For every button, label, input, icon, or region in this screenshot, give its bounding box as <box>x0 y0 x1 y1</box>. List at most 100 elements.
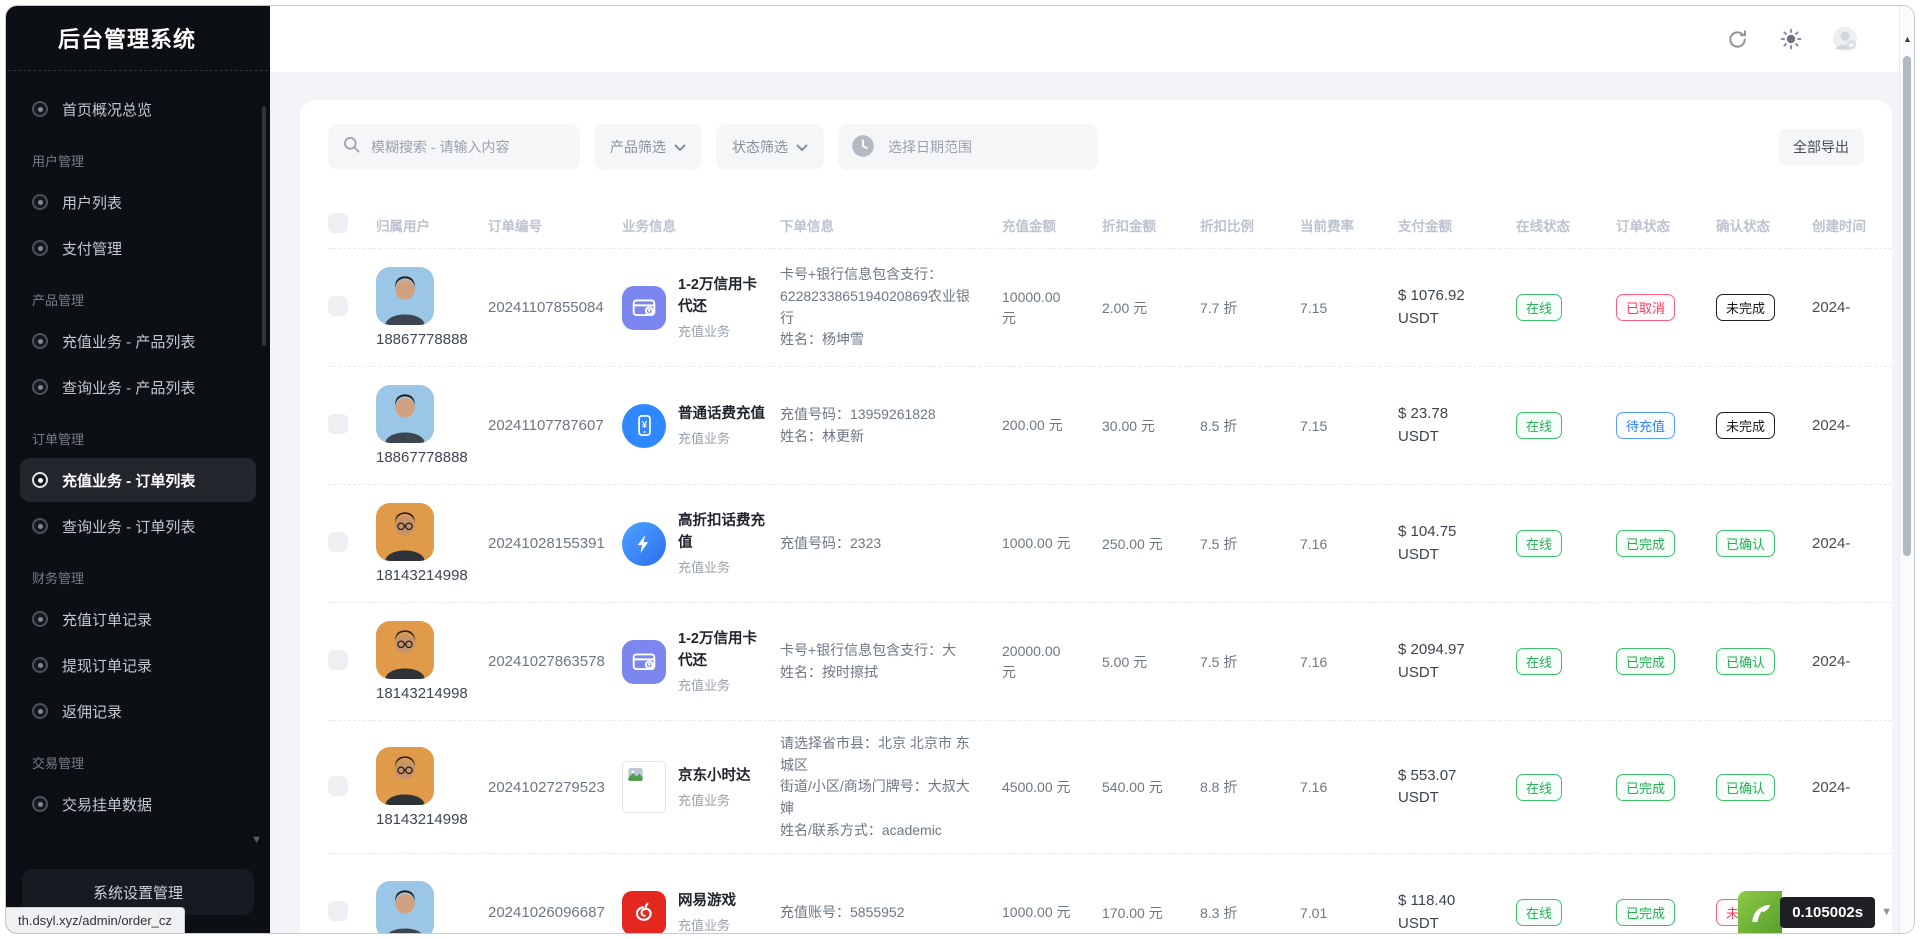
row-checkbox[interactable] <box>328 901 348 921</box>
sidebar-item[interactable]: 首页概况总览 <box>20 87 256 131</box>
sidebar-item[interactable]: 支付管理 <box>20 226 256 270</box>
discount-amount: 2.00 元 <box>1102 298 1200 318</box>
order-number: 20241107787607 <box>488 417 622 434</box>
sidebar-item[interactable]: 返佣记录 <box>20 689 256 733</box>
order-info-cell: 充值号码：2323 <box>780 533 1002 555</box>
pay-currency: USDT <box>1398 426 1516 449</box>
sidebar-item[interactable]: 用户列表 <box>20 180 256 224</box>
row-checkbox[interactable] <box>328 776 348 796</box>
refresh-icon[interactable] <box>1724 26 1750 52</box>
order-info-line: 姓名：林更新 <box>780 426 982 448</box>
sidebar-item-label: 支付管理 <box>62 238 122 259</box>
sidebar-item[interactable]: 充值业务 - 产品列表 <box>20 319 256 363</box>
sidebar-item[interactable]: 提现订单记录 <box>20 643 256 687</box>
product-filter-select[interactable]: 产品筛选 <box>594 124 702 170</box>
brightness-icon[interactable] <box>1778 26 1804 52</box>
order-info-line: 姓名：按时擦拭 <box>780 662 982 684</box>
page-timer-extension[interactable]: 0.105002s ▼ <box>1738 891 1892 933</box>
sidebar-menu: 首页概况总览用户管理用户列表支付管理产品管理充值业务 - 产品列表查询业务 - … <box>6 71 270 826</box>
column-header: 折扣金额 <box>1102 215 1200 235</box>
status-cell: 已确认 <box>1716 530 1812 557</box>
chevron-down-icon <box>674 139 686 155</box>
pay-currency: USDT <box>1398 662 1516 685</box>
business-name: 1-2万信用卡代还 <box>678 275 766 317</box>
status-cell: 在线 <box>1516 294 1616 321</box>
sidebar-item[interactable]: 交易挂单数据 <box>20 782 256 826</box>
bolt-icon <box>622 522 666 566</box>
row-checkbox[interactable] <box>328 296 348 316</box>
bullseye-icon <box>32 657 48 673</box>
sidebar-item[interactable]: 充值业务 - 订单列表 <box>20 458 256 502</box>
content-area: 模糊搜索 - 请输入内容 产品筛选 状态筛选 选择日期范围 全部导出 <box>270 72 1914 934</box>
pay-amount-cell: $ 553.07USDT <box>1398 765 1516 810</box>
column-header: 业务信息 <box>622 215 780 235</box>
sidebar-scrollbar-thumb[interactable] <box>262 106 266 346</box>
user-avatar-icon[interactable] <box>1832 26 1858 52</box>
pay-currency: USDT <box>1398 913 1516 934</box>
pay-amount-cell: $ 23.78USDT <box>1398 403 1516 448</box>
row-checkbox[interactable] <box>328 532 348 552</box>
column-header: 订单状态 <box>1616 215 1716 235</box>
owner-user-cell: 18867778888 <box>376 385 488 466</box>
order-info-cell: 卡号+银行信息包含支行：6228233865194020869农业银行姓名：杨坤… <box>780 264 1002 351</box>
row-checkbox-cell <box>328 776 376 799</box>
order-status-badge: 待充值 <box>1616 412 1675 439</box>
row-checkbox[interactable] <box>328 414 348 434</box>
vertical-scrollbar[interactable]: ▲ <box>1899 6 1914 933</box>
date-icon <box>850 133 876 162</box>
bullseye-icon <box>32 518 48 534</box>
business-text: 高折扣话费充值充值业务 <box>678 511 766 575</box>
scrollbar-up-arrow[interactable]: ▲ <box>1903 34 1912 44</box>
pay-amount-cell: $ 118.40USDT <box>1398 890 1516 934</box>
confirm-status-badge: 已确认 <box>1716 648 1775 675</box>
pay-currency: USDT <box>1398 308 1516 331</box>
business-text: 普通话费充值充值业务 <box>678 404 765 447</box>
table-body: 18867778888202411078550841-2万信用卡代还充值业务卡号… <box>328 248 1892 934</box>
sidebar-item[interactable]: 查询业务 - 订单列表 <box>20 504 256 548</box>
pay-currency: USDT <box>1398 787 1516 810</box>
svg-text:¥: ¥ <box>641 420 647 431</box>
search-input[interactable]: 模糊搜索 - 请输入内容 <box>328 124 580 170</box>
column-header: 充值金额 <box>1002 215 1102 235</box>
search-placeholder: 模糊搜索 - 请输入内容 <box>371 137 509 157</box>
sidebar-section-label: 交易管理 <box>32 753 256 772</box>
online-status-badge: 在线 <box>1516 648 1562 675</box>
status-cell: 已完成 <box>1616 530 1716 557</box>
timer-chevron-down-icon[interactable]: ▼ <box>1881 906 1892 918</box>
sidebar-item[interactable]: 查询业务 - 产品列表 <box>20 365 256 409</box>
status-cell: 在线 <box>1516 530 1616 557</box>
pay-amount: $ 23.78 <box>1398 403 1516 426</box>
bullseye-icon <box>32 611 48 627</box>
bullseye-icon <box>32 379 48 395</box>
date-range-picker[interactable]: 选择日期范围 <box>838 124 1098 170</box>
user-phone: 18143214998 <box>376 811 468 828</box>
credit-card-icon <box>622 640 666 684</box>
order-info-line: 姓名：杨坤雪 <box>780 329 982 351</box>
business-name: 普通话费充值 <box>678 404 765 425</box>
row-checkbox[interactable] <box>328 650 348 670</box>
scrollbar-thumb[interactable] <box>1903 56 1911 556</box>
discount-ratio: 8.5 折 <box>1200 416 1300 436</box>
user-phone: 18143214998 <box>376 685 468 702</box>
order-number: 20241028155391 <box>488 535 622 552</box>
status-filter-label: 状态筛选 <box>732 137 788 157</box>
order-status-badge: 已完成 <box>1616 899 1675 926</box>
sidebar-item[interactable]: 充值订单记录 <box>20 597 256 641</box>
discount-ratio: 7.5 折 <box>1200 534 1300 554</box>
discount-amount: 30.00 元 <box>1102 416 1200 436</box>
user-avatar <box>376 267 434 325</box>
status-cell: 待充值 <box>1616 412 1716 439</box>
discount-ratio: 7.5 折 <box>1200 652 1300 672</box>
created-time: 2024- <box>1812 779 1892 796</box>
business-name: 网易游戏 <box>678 891 736 912</box>
confirm-status-badge: 未完成 <box>1716 412 1775 439</box>
select-all-checkbox[interactable] <box>328 213 348 233</box>
status-filter-select[interactable]: 状态筛选 <box>716 124 824 170</box>
bullseye-icon <box>32 101 48 117</box>
status-cell: 在线 <box>1516 412 1616 439</box>
sidebar-item-label: 充值业务 - 订单列表 <box>62 470 195 491</box>
timer-value: 0.105002s <box>1780 897 1875 928</box>
user-phone: 18143214998 <box>376 567 468 584</box>
export-all-button[interactable]: 全部导出 <box>1778 129 1864 165</box>
business-type: 充值业务 <box>678 675 766 694</box>
